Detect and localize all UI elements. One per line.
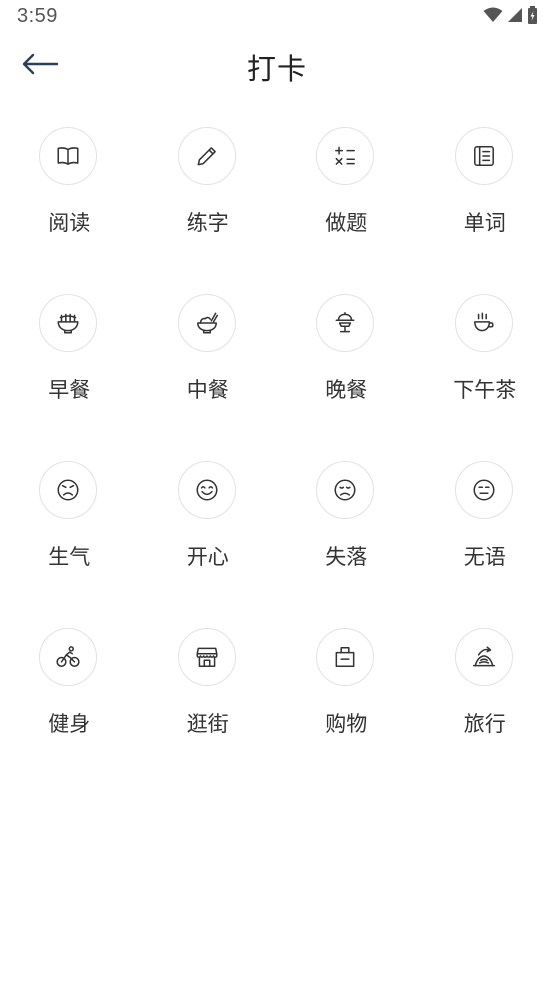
rice-bowl-icon: [196, 312, 218, 334]
status-icons: [483, 6, 538, 24]
category-label: 生气: [48, 545, 91, 569]
angry-face-icon: [57, 479, 79, 501]
icon-circle: [39, 628, 97, 686]
icon-circle: [177, 127, 236, 185]
category-travel[interactable]: 旅行: [416, 626, 554, 793]
category-shopping[interactable]: 购物: [277, 626, 416, 793]
category-label: 单词: [463, 211, 506, 235]
category-label: 旅行: [463, 712, 506, 736]
battery-icon: [528, 6, 537, 24]
category-label: 下午茶: [453, 378, 517, 402]
noodle-bowl-icon: [57, 313, 79, 334]
category-tea[interactable]: 下午茶: [416, 292, 554, 459]
sad-face-icon: [334, 479, 356, 501]
pencil-icon: [197, 147, 216, 166]
icon-circle: [454, 127, 513, 185]
checkin-category-grid: 阅读 练字 做题 单词 早餐 中餐 晚餐 下午茶 生气 开心 失落 无语 健身 …: [0, 125, 554, 793]
category-label: 无语: [463, 545, 506, 569]
icon-circle: [177, 461, 236, 519]
category-stroll[interactable]: 逛街: [139, 626, 278, 793]
category-label: 阅读: [48, 211, 91, 235]
dinner-plate-icon: [335, 311, 355, 333]
category-breakfast[interactable]: 早餐: [0, 292, 139, 459]
grid-row: 早餐 中餐 晚餐 下午茶: [0, 292, 554, 459]
book-icon: [57, 147, 79, 165]
calculator-icon: [335, 146, 355, 165]
icon-circle: [316, 294, 374, 352]
category-label: 中餐: [186, 378, 229, 402]
tea-cup-icon: [473, 312, 494, 332]
shopping-bag-icon: [335, 647, 355, 667]
category-sad[interactable]: 失落: [277, 459, 416, 626]
grid-row: 健身 逛街 购物 旅行: [0, 626, 554, 793]
storefront-icon: [195, 647, 218, 667]
icon-circle: [454, 628, 513, 686]
icon-circle: [177, 294, 236, 352]
status-time: 3:59: [17, 5, 58, 27]
grid-row: 阅读 练字 做题 单词: [0, 125, 554, 292]
category-label: 购物: [325, 712, 368, 736]
category-happy[interactable]: 开心: [139, 459, 278, 626]
signal-icon: [508, 8, 522, 22]
wifi-icon: [483, 7, 503, 22]
category-label: 早餐: [48, 378, 91, 402]
category-writing[interactable]: 练字: [139, 125, 278, 292]
category-reading[interactable]: 阅读: [0, 125, 139, 292]
icon-circle: [39, 294, 97, 352]
category-exercise[interactable]: 做题: [277, 125, 416, 292]
icon-circle: [316, 127, 374, 185]
notebook-icon: [473, 146, 494, 166]
neutral-face-icon: [472, 479, 495, 501]
category-label: 练字: [186, 211, 229, 235]
cyclist-icon: [56, 646, 80, 667]
category-angry[interactable]: 生气: [0, 459, 139, 626]
icon-circle: [316, 628, 374, 686]
icon-circle: [316, 461, 374, 519]
icon-circle: [454, 294, 513, 352]
category-label: 开心: [186, 545, 229, 569]
app-header: 打卡: [0, 34, 554, 96]
status-bar: 3:59: [0, 0, 554, 34]
category-label: 逛街: [186, 712, 229, 736]
category-label: 晚餐: [325, 378, 368, 402]
category-label: 失落: [325, 545, 368, 569]
travel-icon: [472, 646, 495, 667]
category-speechless[interactable]: 无语: [416, 459, 554, 626]
category-fitness[interactable]: 健身: [0, 626, 139, 793]
category-vocab[interactable]: 单词: [416, 125, 554, 292]
page-title: 打卡: [246, 52, 307, 86]
icon-circle: [454, 461, 513, 519]
icon-circle: [177, 628, 236, 686]
icon-circle: [39, 461, 97, 519]
category-lunch[interactable]: 中餐: [139, 292, 278, 459]
grid-row: 生气 开心 失落 无语: [0, 459, 554, 626]
category-label: 健身: [48, 712, 91, 736]
happy-face-icon: [195, 479, 218, 501]
icon-circle: [39, 127, 97, 185]
category-label: 做题: [325, 211, 368, 235]
category-dinner[interactable]: 晚餐: [277, 292, 416, 459]
